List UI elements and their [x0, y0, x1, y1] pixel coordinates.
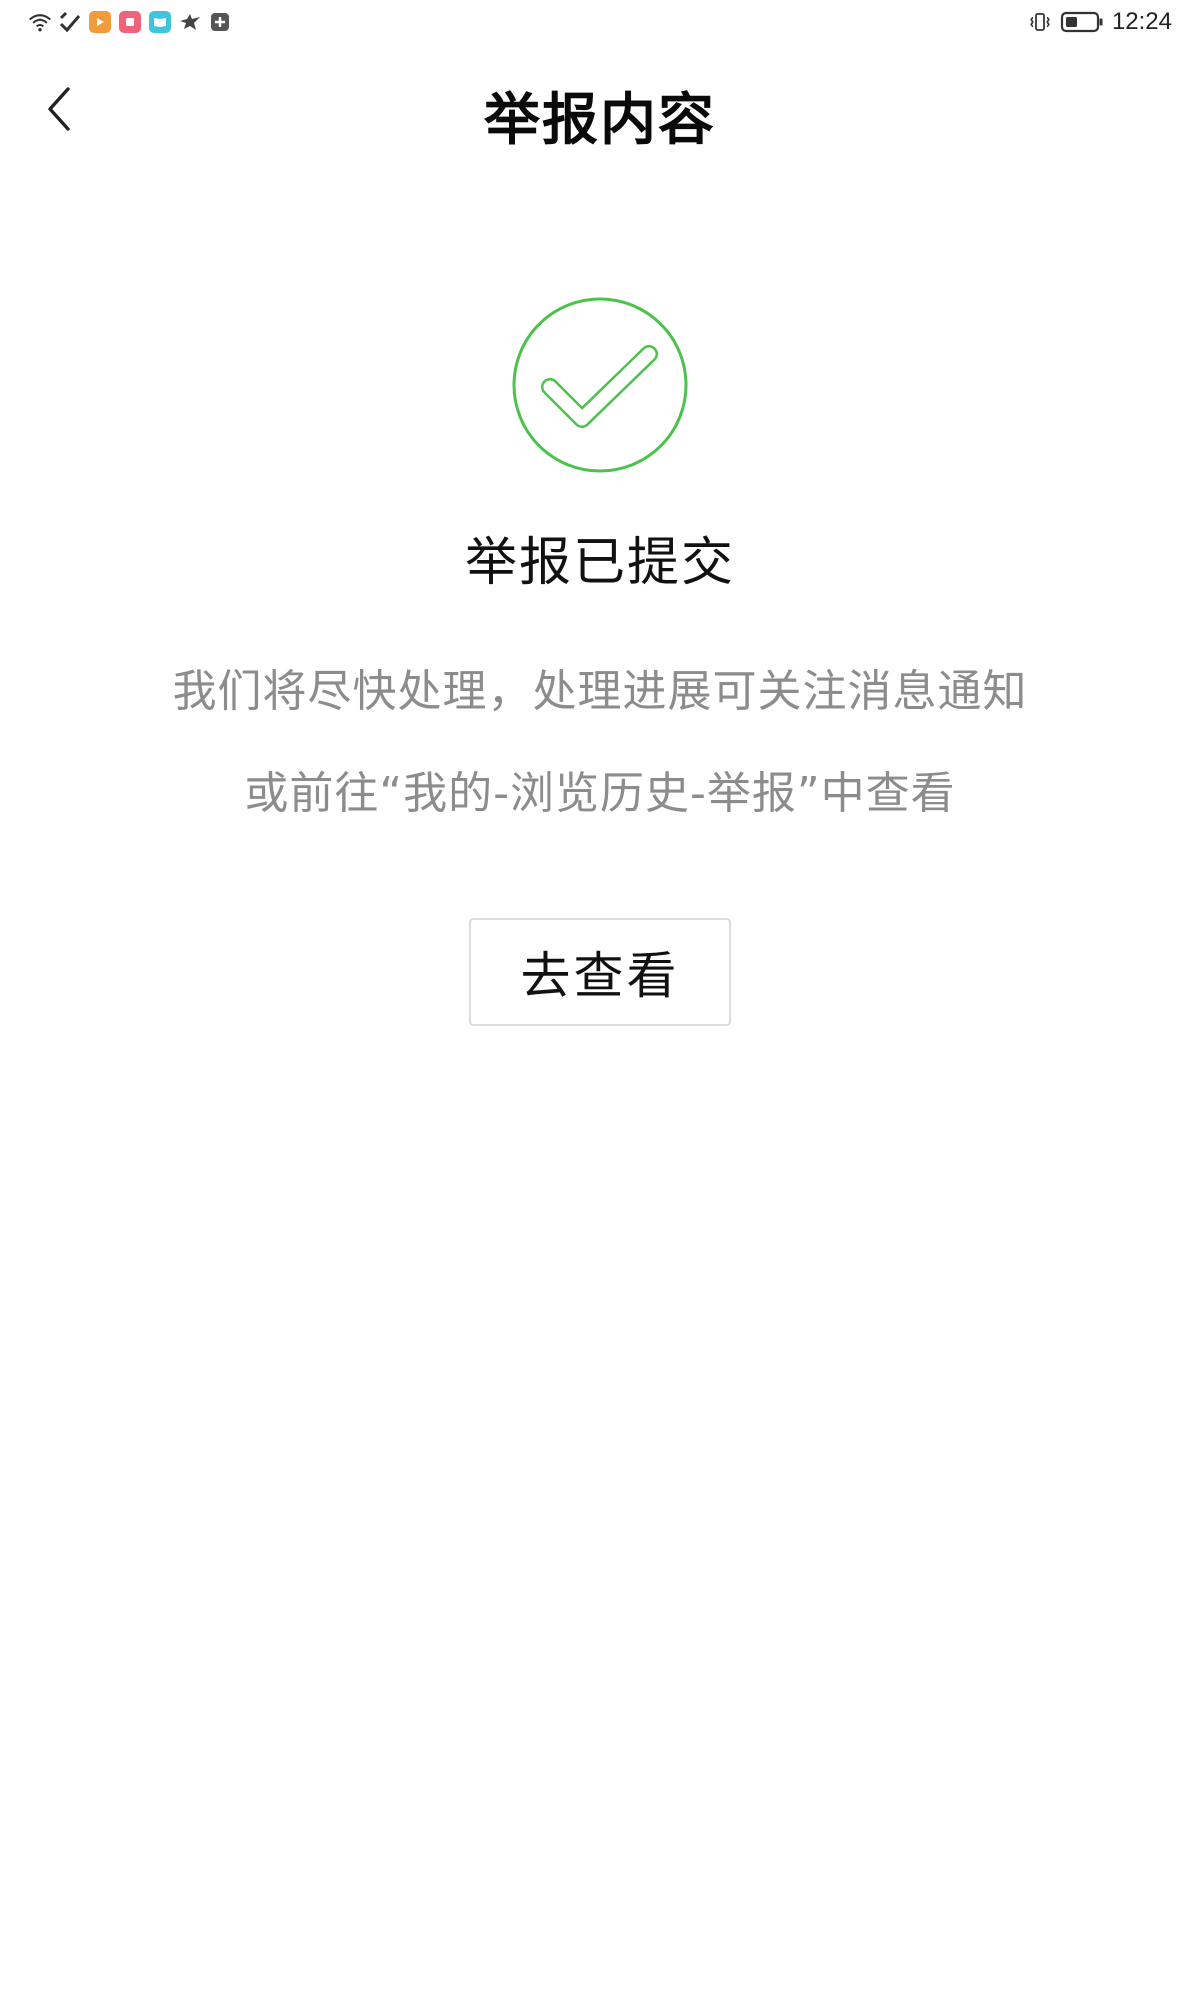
- hotspot-icon: [58, 10, 82, 34]
- status-right-icons: 12:24: [1028, 8, 1172, 36]
- checkmark-circle-icon: [510, 295, 690, 475]
- bird-icon: [178, 10, 202, 34]
- wifi-icon: [28, 10, 52, 34]
- result-description-line-2: 或前往“我的-浏览历史-举报”中查看: [244, 768, 956, 819]
- app-notification-blue-icon: [148, 10, 172, 34]
- result-description-line-1: 我们将尽快处理，处理进展可关注消息通知: [172, 666, 1028, 717]
- nav-bar: 举报内容: [0, 55, 1200, 165]
- page-title: 举报内容: [484, 88, 716, 153]
- add-box-icon: [208, 10, 232, 34]
- view-button[interactable]: 去查看: [469, 918, 731, 1026]
- status-bar: 12:24: [0, 0, 1200, 48]
- battery-icon: [1060, 10, 1104, 34]
- result-title: 举报已提交: [464, 533, 735, 593]
- app-notification-red-icon: [118, 10, 142, 34]
- app-notification-orange-icon: [88, 10, 112, 34]
- vibrate-icon: [1028, 10, 1052, 34]
- status-left-icons: [28, 10, 232, 34]
- status-time: 12:24: [1111, 8, 1172, 35]
